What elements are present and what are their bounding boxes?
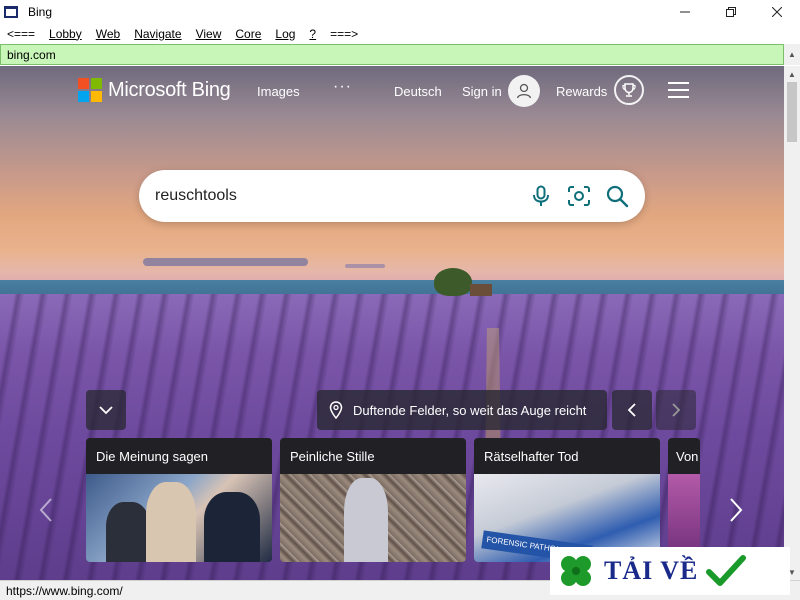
news-card-title: Peinliche Stille	[280, 438, 466, 474]
visual-search-icon[interactable]	[565, 182, 593, 210]
background-cloud	[143, 258, 308, 266]
search-box	[139, 170, 645, 222]
browser-window: Bing <=== Lobby Web Navigate View Core L…	[0, 0, 800, 600]
image-caption-text: Duftende Felder, so weit das Auge reicht	[353, 402, 587, 418]
bing-logo[interactable]: Microsoft Bing	[78, 78, 231, 102]
window-title: Bing	[28, 5, 53, 19]
chevron-right-icon	[672, 403, 681, 417]
news-card-image	[86, 474, 272, 562]
microsoft-logo-icon	[78, 78, 102, 102]
menu-web[interactable]: Web	[89, 27, 127, 41]
next-image-button[interactable]	[656, 390, 696, 430]
menu-lobby[interactable]: Lobby	[42, 27, 89, 41]
search-icon[interactable]	[603, 182, 631, 210]
close-button[interactable]	[754, 0, 800, 24]
trophy-icon	[622, 83, 636, 97]
microphone-icon[interactable]	[527, 182, 555, 210]
menu-log[interactable]: Log	[268, 27, 302, 41]
clover-icon	[561, 556, 591, 586]
location-pin-icon	[329, 401, 343, 419]
menu-forward[interactable]: ===>	[323, 27, 365, 41]
chevron-up-icon: ▲	[788, 50, 796, 59]
news-card[interactable]: FORENSIC PATHOL Rätselhafter Tod	[474, 438, 660, 562]
app-icon	[4, 6, 18, 18]
watermark: TẢI VỀ	[550, 547, 790, 595]
news-card-image	[280, 474, 466, 562]
menu-navigate[interactable]: Navigate	[127, 27, 188, 41]
maximize-button[interactable]	[708, 0, 754, 24]
collapse-feed-button[interactable]	[86, 390, 126, 430]
web-viewport: Microsoft Bing Images ··· Deutsch Sign i…	[0, 66, 784, 580]
status-url: https://www.bing.com/	[6, 583, 123, 598]
rewards-trophy-button[interactable]	[614, 75, 644, 105]
title-bar: Bing	[0, 0, 800, 24]
image-caption-button[interactable]: Duftende Felder, so weit das Auge reicht	[317, 390, 607, 430]
news-card-title: Von	[668, 438, 700, 474]
address-url: bing.com	[7, 47, 56, 62]
address-bar[interactable]: bing.com	[0, 44, 784, 65]
search-actions	[527, 182, 631, 210]
news-card[interactable]: Peinliche Stille	[280, 438, 466, 562]
news-previous-button[interactable]	[34, 490, 58, 530]
previous-image-button[interactable]	[612, 390, 652, 430]
bing-brand-text: Microsoft Bing	[108, 78, 231, 101]
search-input[interactable]	[155, 184, 515, 208]
menu-back[interactable]: <===	[0, 27, 42, 41]
background-cloud-small	[345, 264, 385, 268]
chevron-down-icon	[99, 406, 113, 415]
menu-view[interactable]: View	[189, 27, 229, 41]
restore-icon	[726, 7, 736, 17]
person-icon	[516, 83, 532, 99]
nav-rewards[interactable]: Rewards	[556, 84, 607, 99]
background-tree	[434, 268, 472, 296]
news-card-title: Rätselhafter Tod	[474, 438, 660, 474]
nav-sign-in[interactable]: Sign in	[462, 84, 502, 99]
address-dropdown-button[interactable]: ▲	[784, 44, 800, 65]
minimize-icon	[680, 11, 690, 13]
nav-more-button[interactable]: ···	[333, 78, 352, 96]
close-icon	[772, 7, 782, 17]
vertical-scrollbar[interactable]: ▲ ▼	[784, 66, 800, 580]
news-card-title: Die Meinung sagen	[86, 438, 272, 474]
news-next-button[interactable]	[724, 490, 748, 530]
window-controls	[662, 0, 800, 24]
nav-language[interactable]: Deutsch	[394, 84, 442, 99]
watermark-text: TẢI VỀ	[604, 556, 699, 585]
scroll-up-icon[interactable]: ▲	[784, 66, 800, 82]
background-house	[470, 284, 492, 296]
news-card[interactable]: Von	[668, 438, 700, 562]
chevron-left-icon	[39, 498, 52, 522]
menu-bar: <=== Lobby Web Navigate View Core Log ? …	[0, 24, 800, 43]
menu-help[interactable]: ?	[302, 27, 323, 41]
user-avatar[interactable]	[508, 75, 540, 107]
news-card[interactable]: Die Meinung sagen	[86, 438, 272, 562]
chevron-left-icon	[627, 403, 636, 417]
checkmark-icon	[706, 555, 747, 586]
hamburger-menu-icon[interactable]	[668, 82, 689, 98]
chevron-right-icon	[730, 498, 743, 522]
nav-images[interactable]: Images	[257, 84, 300, 99]
menu-core[interactable]: Core	[228, 27, 268, 41]
minimize-button[interactable]	[662, 0, 708, 24]
scrollbar-thumb[interactable]	[787, 82, 797, 142]
